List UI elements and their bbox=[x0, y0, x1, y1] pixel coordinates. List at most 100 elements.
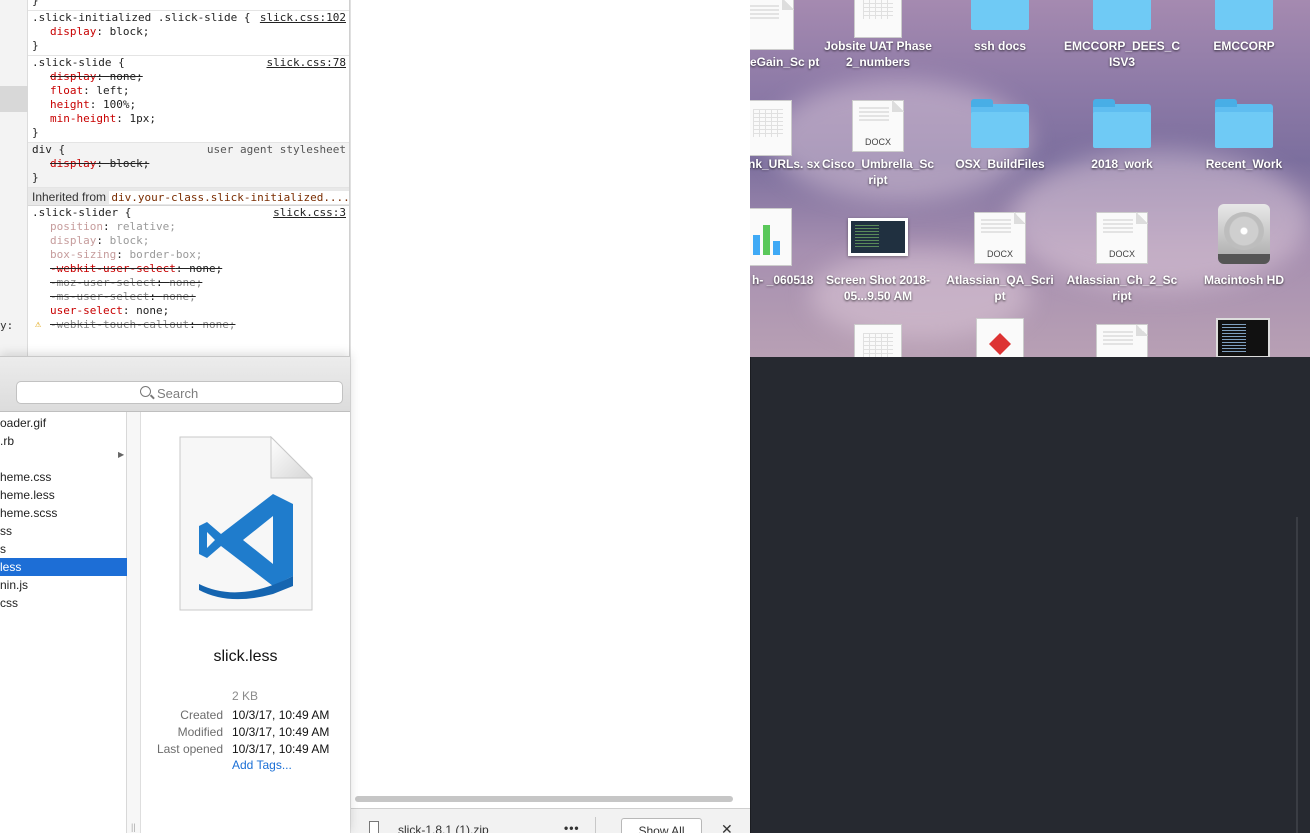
add-tags-link[interactable]: Add Tags... bbox=[232, 758, 292, 772]
file-list-item[interactable]: nin.js bbox=[0, 576, 127, 594]
selected-node-highlight[interactable] bbox=[0, 86, 28, 112]
folder-icon bbox=[1215, 0, 1273, 30]
rule-selector[interactable]: .slick-slider { bbox=[32, 206, 131, 219]
close-icon[interactable]: ✕ bbox=[721, 821, 733, 833]
folder-icon bbox=[971, 99, 1029, 148]
warning-icon: ⚠ bbox=[35, 319, 42, 330]
file-preview-pane: slick.less 2 KB Created 10/3/17, 10:49 A… bbox=[141, 412, 350, 833]
desktop-icon-emccorp-dees[interactable]: EMCCORP_DEES_C ISV3 bbox=[1062, 0, 1182, 70]
rule-closing-brace: } bbox=[32, 0, 39, 7]
css-property[interactable]: float: left; bbox=[32, 84, 346, 98]
folder-list-item[interactable] bbox=[0, 450, 127, 468]
desktop: eGain_Sc pt Jobsite UAT Phase 2_numbers … bbox=[750, 0, 1310, 357]
modified-label: Modified bbox=[177, 725, 223, 739]
rule-selector[interactable]: .slick-initialized .slick-slide { bbox=[32, 11, 251, 24]
css-property-overridden[interactable]: -webkit-user-select: none; bbox=[32, 262, 346, 276]
finder-toolbar bbox=[0, 357, 350, 412]
scroll-track bbox=[1296, 517, 1298, 833]
download-file-name[interactable]: slick-1.8.1 (1).zip bbox=[398, 823, 489, 833]
css-rule-slick-slide: .slick-slide { slick.css:78 display: none… bbox=[28, 56, 349, 143]
docx-file-icon: DOCX bbox=[852, 100, 904, 152]
desktop-icon-macintosh-hd[interactable]: Macintosh HD bbox=[1184, 204, 1304, 288]
css-property-warning[interactable]: ⚠ -webkit-touch-callout: none; bbox=[32, 318, 346, 332]
file-list-item[interactable]: .rb bbox=[0, 432, 127, 450]
desktop-icon-atlassian-ch2[interactable]: DOCX Atlassian_Ch_2_Sc ript bbox=[1062, 212, 1182, 304]
desktop-icon-partial[interactable] bbox=[940, 318, 1060, 357]
css-rules-list: } .slick-initialized .slick-slide { slick… bbox=[28, 0, 349, 356]
inherited-element-link[interactable]: div.your-class.slick-initialized.... bbox=[109, 191, 349, 204]
desktop-icon-emccorp[interactable]: EMCCORP bbox=[1184, 0, 1304, 54]
docx-file-icon: DOCX bbox=[1096, 212, 1148, 264]
desktop-icon-ssh-docs[interactable]: ssh docs bbox=[940, 0, 1060, 54]
css-property-inherited[interactable]: box-sizing: border-box; bbox=[32, 248, 346, 262]
rule-closing-brace: } bbox=[32, 39, 39, 52]
desktop-icon-partial[interactable] bbox=[1184, 318, 1304, 357]
search-input[interactable] bbox=[157, 384, 307, 402]
spreadsheet-file-icon bbox=[854, 0, 902, 38]
desktop-icon-chart-060518[interactable]: h- _060518 bbox=[750, 206, 828, 288]
browser-content-area: slick-1.8.1 (1).zip ••• Show All ✕ bbox=[350, 0, 751, 833]
created-value: 10/3/17, 10:49 AM bbox=[232, 708, 330, 722]
search-field[interactable] bbox=[16, 381, 343, 404]
desktop-icon-atlassian-qa[interactable]: DOCX Atlassian_QA_Scri pt bbox=[940, 212, 1060, 304]
horizontal-scrollbar[interactable] bbox=[355, 796, 733, 802]
devtools-styles-panel: y: } .slick-initialized .slick-slide { sl… bbox=[0, 0, 350, 356]
desktop-icon-jobsite-uat[interactable]: Jobsite UAT Phase 2_numbers bbox=[818, 0, 938, 70]
desktop-icon-2018-work[interactable]: 2018_work bbox=[1062, 99, 1182, 172]
rule-source-link[interactable]: slick.css:102 bbox=[260, 11, 346, 25]
folder-icon bbox=[1215, 99, 1273, 148]
css-property-inherited[interactable]: position: relative; bbox=[32, 220, 346, 234]
divider bbox=[595, 817, 596, 833]
disclosure-arrow-icon[interactable]: ▶ bbox=[118, 450, 124, 459]
file-list-item[interactable]: oader.gif bbox=[0, 414, 127, 432]
file-list-item[interactable]: s bbox=[0, 540, 127, 558]
spreadsheet-file-icon bbox=[854, 324, 902, 357]
file-list-item[interactable]: ss bbox=[0, 522, 127, 540]
download-bar: slick-1.8.1 (1).zip ••• Show All ✕ bbox=[351, 808, 751, 833]
css-property-overridden[interactable]: -moz-user-select: none; bbox=[32, 276, 346, 290]
desktop-icon-link-urls[interactable]: nk_URLs. sx bbox=[750, 100, 828, 172]
rule-source-link[interactable]: slick.css:3 bbox=[273, 206, 346, 220]
file-list-item[interactable]: heme.less bbox=[0, 486, 127, 504]
hard-drive-icon bbox=[1218, 204, 1270, 264]
css-rule-top-fragment: } bbox=[28, 0, 349, 11]
css-rule-slick-initialized: .slick-initialized .slick-slide { slick.c… bbox=[28, 11, 349, 56]
more-options-icon[interactable]: ••• bbox=[564, 821, 580, 833]
desktop-icon-recent-work[interactable]: Recent_Work bbox=[1184, 99, 1304, 172]
preview-file-name: slick.less bbox=[213, 648, 278, 665]
css-property[interactable]: min-height: 1px; bbox=[32, 112, 346, 126]
app-document-icon bbox=[976, 318, 1024, 357]
rule-source-link[interactable]: slick.css:78 bbox=[267, 56, 346, 70]
desktop-icon-partial[interactable] bbox=[818, 324, 938, 357]
css-property-overridden[interactable]: -ms-user-select: none; bbox=[32, 290, 346, 304]
desktop-icon-partial[interactable] bbox=[1062, 324, 1182, 357]
created-label: Created bbox=[180, 708, 223, 722]
file-list-item[interactable]: heme.css bbox=[0, 468, 127, 486]
folder-icon bbox=[1093, 99, 1151, 148]
css-property[interactable]: display: block; bbox=[32, 25, 346, 39]
file-list-item-selected[interactable]: less bbox=[0, 558, 127, 576]
rule-selector[interactable]: div { bbox=[32, 143, 65, 156]
gutter-text-fragment: y: bbox=[0, 319, 14, 332]
last-opened-value: 10/3/17, 10:49 AM bbox=[232, 742, 330, 756]
file-list-item[interactable]: heme.scss bbox=[0, 504, 127, 522]
dark-window-area bbox=[750, 357, 1310, 833]
desktop-icon-osx-buildfiles[interactable]: OSX_BuildFiles bbox=[940, 99, 1060, 172]
show-all-button[interactable]: Show All bbox=[621, 818, 702, 833]
rule-source-label: user agent stylesheet bbox=[206, 143, 346, 156]
desktop-icon-egain[interactable]: eGain_Sc pt bbox=[750, 0, 828, 70]
column-divider[interactable]: || bbox=[127, 412, 141, 833]
css-property-inherited[interactable]: display: block; bbox=[32, 234, 346, 248]
desktop-icon-screen-shot[interactable]: Screen Shot 2018-05...9.50 AM bbox=[818, 212, 938, 304]
column-resize-handle-icon[interactable]: || bbox=[131, 822, 136, 832]
css-property-overridden[interactable]: display: none; bbox=[32, 70, 346, 84]
css-property-overridden[interactable]: display: block; bbox=[32, 157, 346, 171]
file-list-item[interactable]: css bbox=[0, 594, 127, 612]
css-rule-slick-slider: .slick-slider { slick.css:3 position: rel… bbox=[28, 206, 349, 334]
css-property[interactable]: height: 100%; bbox=[32, 98, 346, 112]
docx-file-icon bbox=[750, 0, 794, 50]
elements-gutter: y: bbox=[0, 0, 28, 356]
desktop-icon-cisco-umbrella[interactable]: DOCX Cisco_Umbrella_Sc ript bbox=[818, 100, 938, 188]
rule-selector[interactable]: .slick-slide { bbox=[32, 56, 125, 69]
css-property[interactable]: user-select: none; bbox=[32, 304, 346, 318]
